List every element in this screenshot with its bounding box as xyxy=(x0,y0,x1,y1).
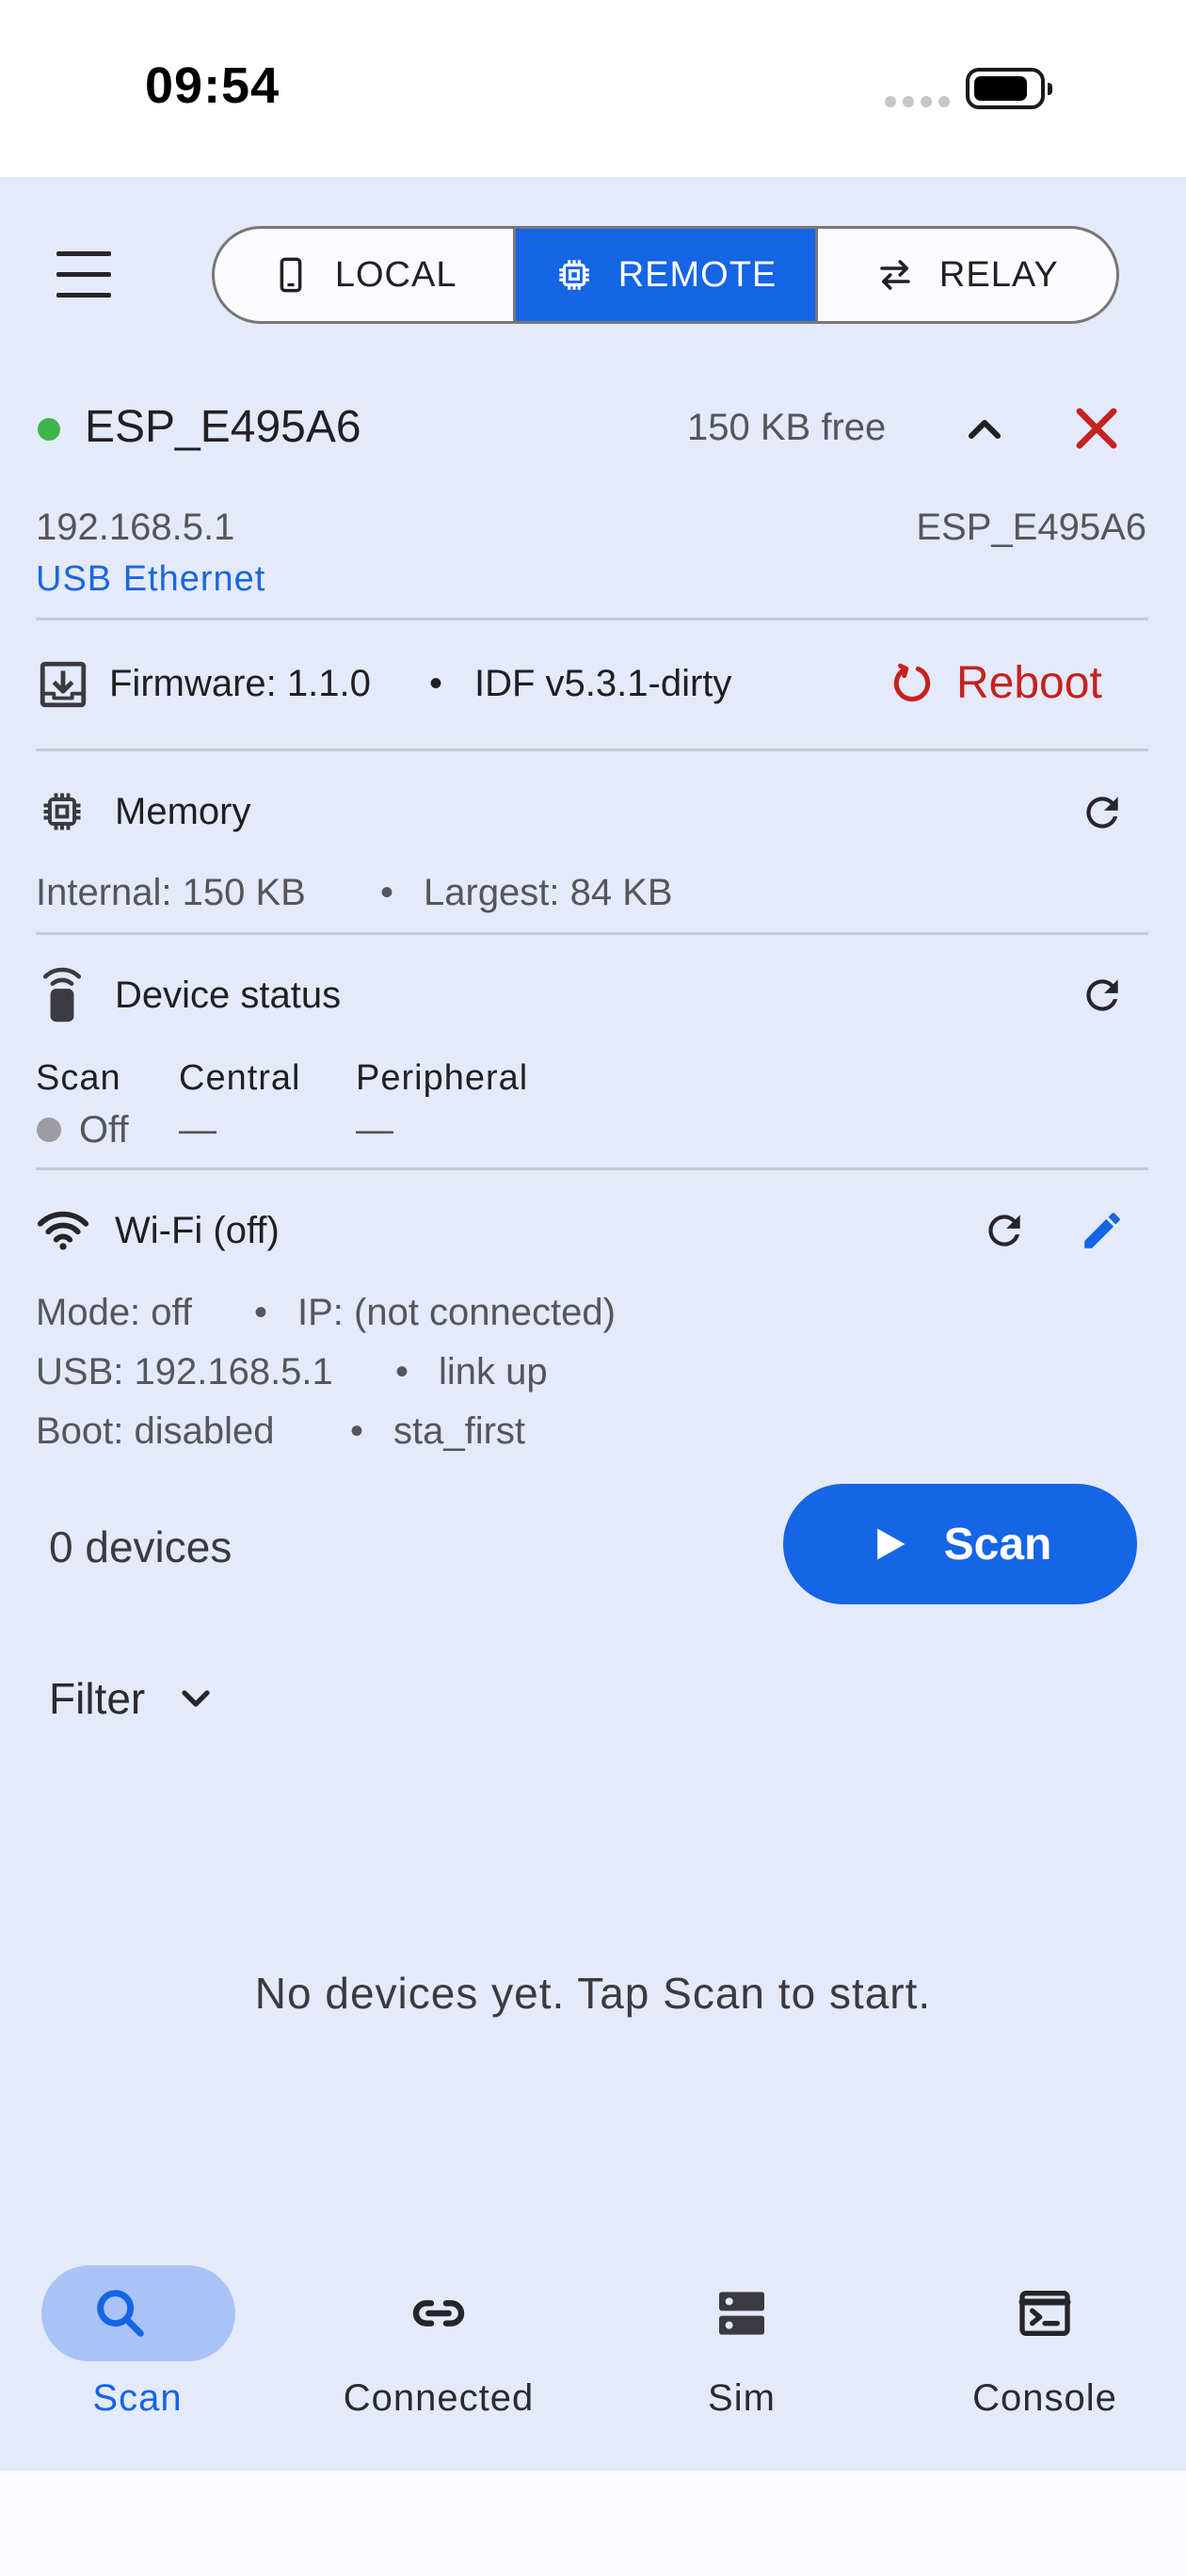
status-bar: 09:54 xyxy=(0,0,1186,177)
peripheral-status-value: — xyxy=(356,1109,393,1151)
chevron-up-icon xyxy=(968,419,1002,440)
reboot-label: Reboot xyxy=(956,658,1102,708)
memory-internal: Internal: 150 KB xyxy=(36,872,306,913)
disconnect-button[interactable] xyxy=(1067,399,1126,458)
separator-dot: • xyxy=(380,872,394,913)
mode-remote-label: REMOTE xyxy=(617,254,777,295)
memory-title: Memory xyxy=(115,791,251,832)
firmware-version: Firmware: 1.1.0 xyxy=(109,663,371,704)
nav-console[interactable] xyxy=(1015,2283,1075,2348)
home-indicator-area xyxy=(0,2471,1186,2576)
scan-status-dot xyxy=(37,1118,61,1142)
chip-icon xyxy=(558,260,589,290)
mode-relay-tab[interactable]: RELAY xyxy=(818,229,1116,321)
central-status-value: — xyxy=(179,1109,216,1151)
link-icon xyxy=(412,2300,465,2326)
wifi-title: Wi-Fi (off) xyxy=(115,1210,280,1251)
nav-scan-label[interactable]: Scan xyxy=(0,2377,275,2420)
wifi-boot: Boot: disabled xyxy=(36,1410,275,1452)
status-refresh-button[interactable] xyxy=(1079,972,1126,1019)
separator-dot: • xyxy=(429,663,443,704)
status-time: 09:54 xyxy=(145,57,280,114)
swap-arrows-icon xyxy=(880,260,910,290)
phone-icon xyxy=(280,257,302,293)
memory-largest: Largest: 84 KB xyxy=(424,872,673,913)
transport-label: USB Ethernet xyxy=(36,559,266,599)
signal-icon xyxy=(885,96,950,107)
nav-console-label[interactable]: Console xyxy=(907,2377,1182,2420)
search-icon xyxy=(97,2290,144,2337)
device-status-title: Device status xyxy=(115,974,342,1016)
peripheral-status-label: Peripheral xyxy=(356,1058,529,1098)
separator-dot: • xyxy=(350,1410,364,1452)
remote-signal-icon xyxy=(38,962,87,1024)
divider xyxy=(36,932,1148,935)
divider xyxy=(36,1167,1148,1170)
filter-toggle[interactable]: Filter xyxy=(49,1673,218,1724)
idf-version: IDF v5.3.1-dirty xyxy=(474,663,732,704)
scan-button-label: Scan xyxy=(943,1519,1052,1570)
mode-remote-tab[interactable]: REMOTE xyxy=(516,229,818,321)
separator-dot: • xyxy=(395,1351,409,1393)
device-ip: 192.168.5.1 xyxy=(36,507,235,548)
storage-icon xyxy=(719,2292,764,2335)
battery-icon xyxy=(966,68,1052,109)
memory-chip-icon xyxy=(38,787,87,836)
scan-status-label: Scan xyxy=(36,1058,121,1098)
nav-scan[interactable] xyxy=(90,2283,151,2348)
wifi-mode: Mode: off xyxy=(36,1292,193,1333)
separator-dot: • xyxy=(254,1292,268,1333)
device-hostname: ESP_E495A6 xyxy=(916,507,1146,548)
empty-state-message: No devices yet. Tap Scan to start. xyxy=(254,1969,932,2018)
close-icon xyxy=(1076,408,1117,449)
refresh-icon xyxy=(988,1215,1020,1247)
collapse-button[interactable] xyxy=(958,403,1011,456)
online-status-dot xyxy=(38,418,60,441)
scan-status-value: Off xyxy=(79,1109,129,1151)
wifi-boot-mode: sta_first xyxy=(393,1410,526,1452)
start-scan-button[interactable]: Scan xyxy=(783,1484,1137,1604)
mode-relay-label: RELAY xyxy=(938,254,1059,295)
mode-local-label: LOCAL xyxy=(334,254,457,295)
wifi-link: link up xyxy=(439,1351,548,1393)
refresh-icon xyxy=(1086,797,1118,829)
filter-label: Filter xyxy=(49,1674,146,1723)
nav-sim[interactable] xyxy=(712,2283,772,2348)
divider xyxy=(36,618,1148,620)
wifi-icon xyxy=(36,1207,90,1254)
nav-sim-label[interactable]: Sim xyxy=(604,2377,879,2420)
memory-refresh-button[interactable] xyxy=(1079,789,1126,836)
menu-button[interactable] xyxy=(55,251,117,298)
divider xyxy=(36,749,1148,751)
free-memory-label: 150 KB free xyxy=(687,407,887,448)
wifi-usb: USB: 192.168.5.1 xyxy=(36,1351,333,1393)
terminal-icon xyxy=(1018,2291,1071,2336)
pencil-icon xyxy=(1084,1213,1120,1248)
reboot-button[interactable]: Reboot xyxy=(889,657,1102,709)
firmware-icon xyxy=(36,657,90,712)
chevron-down-icon xyxy=(182,1690,210,1707)
nav-connected-label[interactable]: Connected xyxy=(301,2377,576,2420)
restart-icon xyxy=(893,663,931,701)
wifi-ip: IP: (not connected) xyxy=(297,1292,616,1333)
refresh-icon xyxy=(1086,979,1118,1011)
device-count: 0 devices xyxy=(49,1522,232,1571)
play-icon xyxy=(876,1528,906,1560)
wifi-edit-button[interactable] xyxy=(1079,1207,1126,1254)
mode-segmented-control: LOCAL REMOTE RELAY xyxy=(212,226,1119,324)
mode-local-tab[interactable]: LOCAL xyxy=(215,229,517,321)
wifi-refresh-button[interactable] xyxy=(981,1207,1028,1254)
central-status-label: Central xyxy=(179,1058,301,1098)
device-name: ESP_E495A6 xyxy=(85,402,361,452)
nav-connected[interactable] xyxy=(409,2283,469,2348)
